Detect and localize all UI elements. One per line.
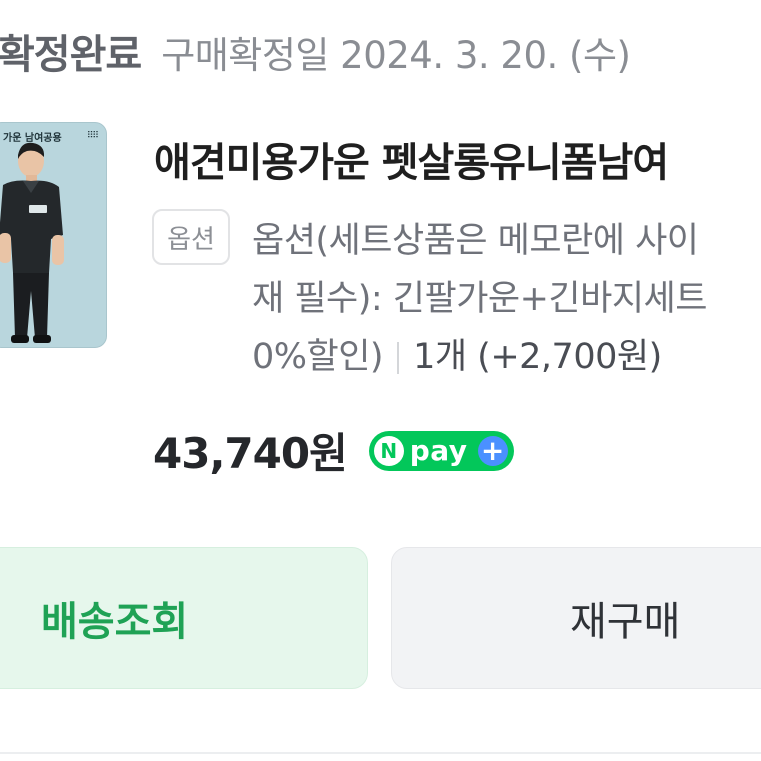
option-line-2: 재 필수): 긴팔가운+긴바지세트: [252, 279, 707, 319]
npay-n-icon: N: [373, 435, 404, 466]
npay-plus-badge: N pay +: [368, 430, 514, 471]
option-badge: 옵션: [152, 209, 230, 265]
npay-label: pay: [409, 434, 468, 467]
price-row: 43,740원 N pay +: [153, 420, 514, 481]
section-divider: [0, 752, 761, 754]
person-in-gown-image: [0, 142, 64, 343]
purchase-confirm-date: 구매확정일 2024. 3. 20. (수): [161, 34, 631, 77]
order-item-card: 확정완료 구매확정일 2024. 3. 20. (수) 가운 남여공용 ⠿⠿ 애…: [0, 0, 761, 761]
option-line-1: 옵션(세트상품은 메모란에 사이: [252, 221, 699, 261]
quantity-text: 1개 (+2,700원): [413, 337, 662, 377]
rebuy-button[interactable]: 재구매: [391, 547, 761, 689]
track-delivery-button[interactable]: 배송조회: [0, 547, 368, 689]
option-description: 옵션(세트상품은 메모란에 사이 재 필수): 긴팔가운+긴바지세트 0%할인)…: [252, 212, 761, 386]
product-title[interactable]: 애견미용가운 펫살롱유니폼남여: [154, 130, 669, 188]
option-line-3: 0%할인) 1개 (+2,700원): [252, 328, 761, 386]
product-price: 43,740원: [153, 429, 348, 478]
order-status-header: 확정완료 구매확정일 2024. 3. 20. (수): [0, 22, 631, 80]
order-status-title: 확정완료: [0, 32, 142, 78]
product-thumbnail[interactable]: 가운 남여공용 ⠿⠿: [0, 122, 107, 348]
option-divider: [397, 342, 400, 374]
option-line-3-text: 0%할인): [252, 337, 384, 377]
plus-icon: +: [477, 435, 508, 466]
